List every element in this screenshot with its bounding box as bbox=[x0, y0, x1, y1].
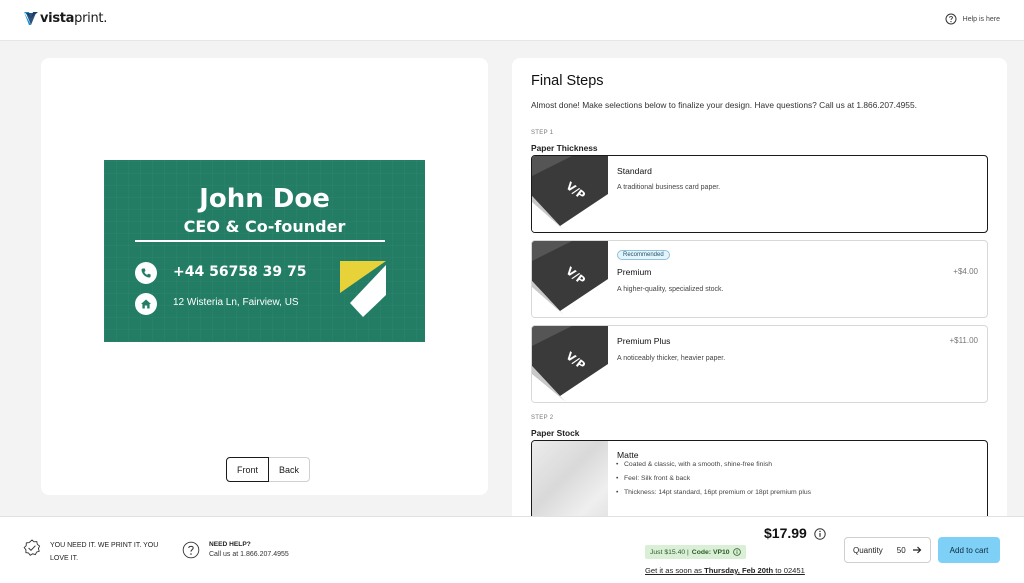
option-name: Standard bbox=[617, 166, 652, 176]
promo-code: Code: VP10 bbox=[691, 548, 730, 556]
step-1-label: STEP 1 bbox=[531, 130, 554, 136]
top-header: vistaprint. Help is here bbox=[0, 0, 1024, 41]
need-help-phone: Call us at 1.866.207.4955 bbox=[209, 551, 289, 558]
quantity-selector[interactable]: Quantity 50 bbox=[844, 537, 931, 563]
panel-intro: Almost done! Make selections below to fi… bbox=[531, 100, 917, 110]
front-side-button[interactable]: Front bbox=[226, 457, 270, 482]
paper-thumbnail: V/P bbox=[532, 241, 608, 317]
promo-info-icon[interactable] bbox=[732, 548, 741, 556]
matte-features: Coated & classic, with a smooth, shine-f… bbox=[616, 461, 811, 503]
paper-stock-thumbnail bbox=[532, 441, 608, 528]
option-standard[interactable]: V/P Standard A traditional business card… bbox=[531, 155, 988, 233]
quantity-label: Quantity bbox=[853, 545, 883, 555]
option-matte[interactable]: Matte Coated & classic, with a smooth, s… bbox=[531, 440, 988, 528]
option-premium[interactable]: V/P Recommended Premium A higher-quality… bbox=[531, 240, 988, 318]
option-price: +$4.00 bbox=[953, 267, 978, 276]
badge-check-icon bbox=[23, 539, 41, 556]
vistaprint-logo-icon bbox=[24, 12, 38, 25]
paper-thumbnail: V/P bbox=[532, 156, 608, 232]
help-label: Help is here bbox=[962, 15, 1000, 23]
matte-feature: Thickness: 14pt standard, 16pt premium o… bbox=[616, 489, 811, 496]
card-phone: +44 56758 39 75 bbox=[173, 264, 307, 280]
card-role: CEO & Co-founder bbox=[183, 217, 346, 236]
step-1-title: Paper Thickness bbox=[531, 143, 598, 153]
option-desc: A higher-quality, specialized stock. bbox=[617, 286, 724, 293]
info-icon[interactable] bbox=[814, 528, 826, 540]
option-desc: A noticeably thicker, heavier paper. bbox=[617, 355, 726, 362]
vistaprint-logo[interactable]: vistaprint. bbox=[24, 11, 107, 26]
help-circle-icon bbox=[182, 541, 200, 559]
need-help-title: NEED HELP? bbox=[209, 541, 251, 548]
back-side-button[interactable]: Back bbox=[269, 457, 311, 482]
option-price: +$11.00 bbox=[949, 336, 978, 345]
promo-price: Just $15.40 | bbox=[650, 548, 689, 556]
paper-thumbnail: V/P bbox=[532, 326, 608, 402]
option-name: Premium Plus bbox=[617, 336, 671, 346]
promise-text: YOU NEED IT. WE PRINT IT. YOU LOVE IT. bbox=[50, 542, 159, 562]
design-preview-panel: John Doe CEO & Co-founder +44 56758 39 7… bbox=[41, 58, 488, 495]
recommended-badge: Recommended bbox=[617, 250, 670, 260]
add-to-cart-button[interactable]: Add to cart bbox=[938, 537, 1000, 563]
phone-icon bbox=[135, 262, 157, 284]
card-divider bbox=[135, 240, 385, 242]
logo-text: vistaprint. bbox=[40, 11, 108, 26]
home-icon bbox=[135, 293, 157, 315]
promise: YOU NEED IT. WE PRINT IT. YOU LOVE IT. bbox=[23, 539, 170, 565]
delivery-estimate-link[interactable]: Get it as soon as Thursday, Feb 20th to … bbox=[645, 566, 805, 575]
option-premium-plus[interactable]: V/P Premium Plus A noticeably thicker, h… bbox=[531, 325, 988, 403]
final-steps-panel: Final Steps Almost done! Make selections… bbox=[512, 58, 1007, 528]
matte-feature: Feel: Silk front & back bbox=[616, 475, 811, 482]
step-2-label: STEP 2 bbox=[531, 415, 554, 421]
help-link[interactable]: Help is here bbox=[945, 13, 1000, 25]
option-name: Matte bbox=[617, 450, 639, 460]
quantity-value: 50 bbox=[896, 545, 906, 555]
promo-code-chip: Just $15.40 | Code: VP10 bbox=[645, 545, 746, 559]
panel-title: Final Steps bbox=[531, 73, 604, 89]
shield-logo-icon bbox=[340, 261, 386, 317]
option-name: Premium bbox=[617, 267, 652, 277]
checkout-footer: YOU NEED IT. WE PRINT IT. YOU LOVE IT. N… bbox=[0, 516, 1024, 583]
matte-feature: Coated & classic, with a smooth, shine-f… bbox=[616, 461, 811, 468]
business-card-preview: John Doe CEO & Co-founder +44 56758 39 7… bbox=[104, 160, 425, 342]
help-icon bbox=[945, 13, 957, 25]
side-toggle: Front Back bbox=[226, 457, 311, 482]
card-address: 12 Wisteria Ln, Fairview, US bbox=[173, 297, 299, 308]
arrow-right-icon bbox=[912, 546, 922, 554]
card-name: John Doe bbox=[199, 184, 330, 214]
need-help[interactable]: NEED HELP? Call us at 1.866.207.4955 bbox=[182, 541, 289, 559]
step-2-title: Paper Stock bbox=[531, 428, 580, 438]
option-desc: A traditional business card paper. bbox=[617, 184, 721, 191]
total-price: $17.99 bbox=[764, 525, 807, 541]
